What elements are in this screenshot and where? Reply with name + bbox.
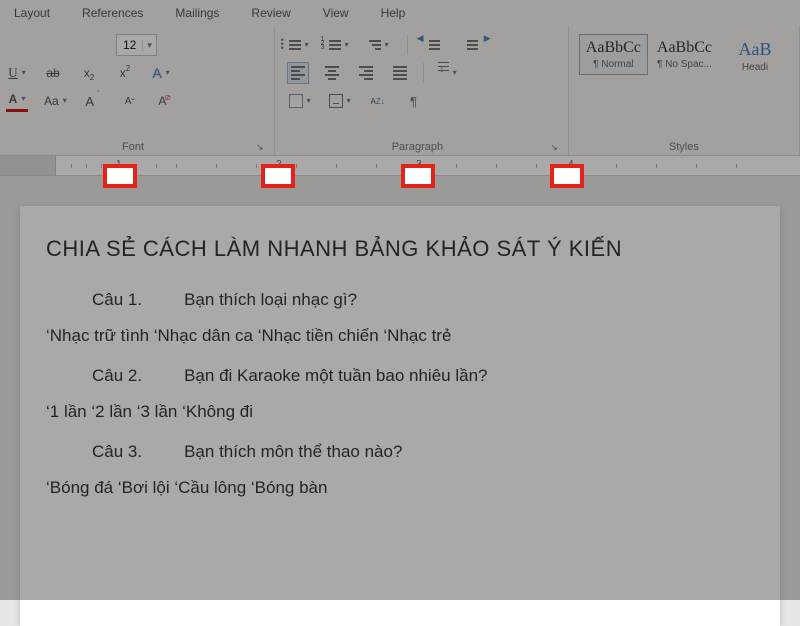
font-size-combo[interactable]: 12▾: [116, 34, 157, 56]
tab-references[interactable]: References: [78, 4, 147, 22]
shrink-font-button[interactable]: [119, 90, 141, 112]
font-size-value: 12: [117, 38, 142, 52]
style-name: ¶ No Spac...: [657, 59, 712, 70]
paragraph-group-label: Paragraph: [285, 141, 551, 153]
tab-help[interactable]: Help: [377, 4, 410, 22]
underline-button[interactable]: [6, 62, 28, 84]
question-1[interactable]: Câu 1. Bạn thích loại nhạc gì?: [92, 290, 754, 310]
highlight-box-2: [261, 164, 295, 188]
document-background: CHIA SẺ CÁCH LÀM NHANH BẢNG KHẢO SÁT Ý K…: [0, 176, 800, 626]
clear-formatting-button[interactable]: [155, 90, 177, 112]
subscript-button[interactable]: [78, 62, 100, 84]
shading-button[interactable]: [287, 90, 313, 112]
question-label: Câu 2.: [92, 366, 142, 386]
ribbon: 12▾ Font ↘: [0, 26, 800, 156]
answers-3[interactable]: ‘Bóng đá ‘Bơi lội ‘Cầu lông ‘Bóng bàn: [46, 478, 754, 498]
group-paragraph: Paragraph ↘: [275, 26, 569, 155]
change-case-button[interactable]: [42, 90, 69, 112]
highlight-box-1: [103, 164, 137, 188]
document-title[interactable]: CHIA SẺ CÁCH LÀM NHANH BẢNG KHẢO SÁT Ý K…: [46, 236, 754, 262]
style-normal[interactable]: AaBbCc ¶ Normal: [579, 34, 648, 75]
question-text: Bạn thích môn thể thao nào?: [184, 442, 402, 462]
align-center-button[interactable]: [321, 62, 343, 84]
style-no-spacing[interactable]: AaBbCc ¶ No Spac...: [650, 34, 719, 75]
show-paragraph-marks-button[interactable]: [403, 90, 425, 112]
line-spacing-button[interactable]: [436, 62, 459, 84]
bullets-button[interactable]: [287, 34, 311, 56]
font-dialog-launcher[interactable]: ↘: [256, 142, 264, 153]
group-styles: AaBbCc ¶ Normal AaBbCc ¶ No Spac... AaB …: [569, 26, 800, 155]
borders-icon: [329, 94, 343, 108]
align-right-button[interactable]: [355, 62, 377, 84]
chevron-down-icon: ▾: [142, 40, 156, 51]
question-3[interactable]: Câu 3. Bạn thích môn thể thao nào?: [92, 442, 754, 462]
multilevel-list-button[interactable]: [367, 34, 391, 56]
style-name: ¶ Normal: [586, 59, 641, 70]
separator: [423, 63, 424, 83]
question-text: Bạn thích loại nhạc gì?: [184, 290, 357, 310]
superscript-button[interactable]: [114, 62, 136, 84]
style-preview: AaBbCc: [657, 39, 712, 57]
strikethrough-button[interactable]: [42, 62, 64, 84]
text-effects-button[interactable]: [150, 62, 172, 84]
shading-icon: [289, 94, 303, 108]
align-justify-button[interactable]: [389, 62, 411, 84]
grow-font-button[interactable]: [83, 90, 105, 112]
highlight-box-3: [401, 164, 435, 188]
answers-2[interactable]: ‘1 lần ‘2 lần ‘3 lần ‘Không đi: [46, 402, 754, 422]
borders-button[interactable]: [327, 90, 353, 112]
style-name: Headi: [728, 62, 782, 73]
style-preview: AaBbCc: [586, 39, 641, 57]
styles-gallery[interactable]: AaBbCc ¶ Normal AaBbCc ¶ No Spac... AaB …: [575, 30, 793, 82]
numbering-button[interactable]: [327, 34, 351, 56]
sort-button[interactable]: [367, 90, 389, 112]
question-text: Bạn đi Karaoke một tuần bao nhiêu lần?: [184, 366, 487, 386]
document-page[interactable]: CHIA SẺ CÁCH LÀM NHANH BẢNG KHẢO SÁT Ý K…: [20, 206, 780, 626]
question-2[interactable]: Câu 2. Bạn đi Karaoke một tuần bao nhiêu…: [92, 366, 754, 386]
answers-1[interactable]: ‘Nhạc trữ tình ‘Nhạc dân ca ‘Nhạc tiền c…: [46, 326, 754, 346]
question-label: Câu 3.: [92, 442, 142, 462]
question-label: Câu 1.: [92, 290, 142, 310]
style-heading1[interactable]: AaB Headi: [721, 34, 789, 78]
tab-review[interactable]: Review: [247, 4, 294, 22]
tab-mailings[interactable]: Mailings: [171, 4, 223, 22]
group-font: 12▾ Font ↘: [0, 26, 275, 155]
increase-indent-button[interactable]: [462, 34, 484, 56]
tab-layout[interactable]: Layout: [10, 4, 54, 22]
styles-group-label: Styles: [579, 141, 789, 153]
tab-view[interactable]: View: [319, 4, 353, 22]
separator: [407, 35, 408, 55]
font-color-button[interactable]: [6, 90, 28, 112]
align-left-button[interactable]: [287, 62, 309, 84]
decrease-indent-button[interactable]: [424, 34, 446, 56]
font-group-label: Font: [10, 141, 256, 153]
paragraph-dialog-launcher[interactable]: ↘: [550, 142, 558, 153]
ruler-margin: [0, 156, 56, 175]
ribbon-tabs: Layout References Mailings Review View H…: [0, 0, 800, 26]
highlight-box-4: [550, 164, 584, 188]
style-preview: AaB: [728, 39, 782, 60]
